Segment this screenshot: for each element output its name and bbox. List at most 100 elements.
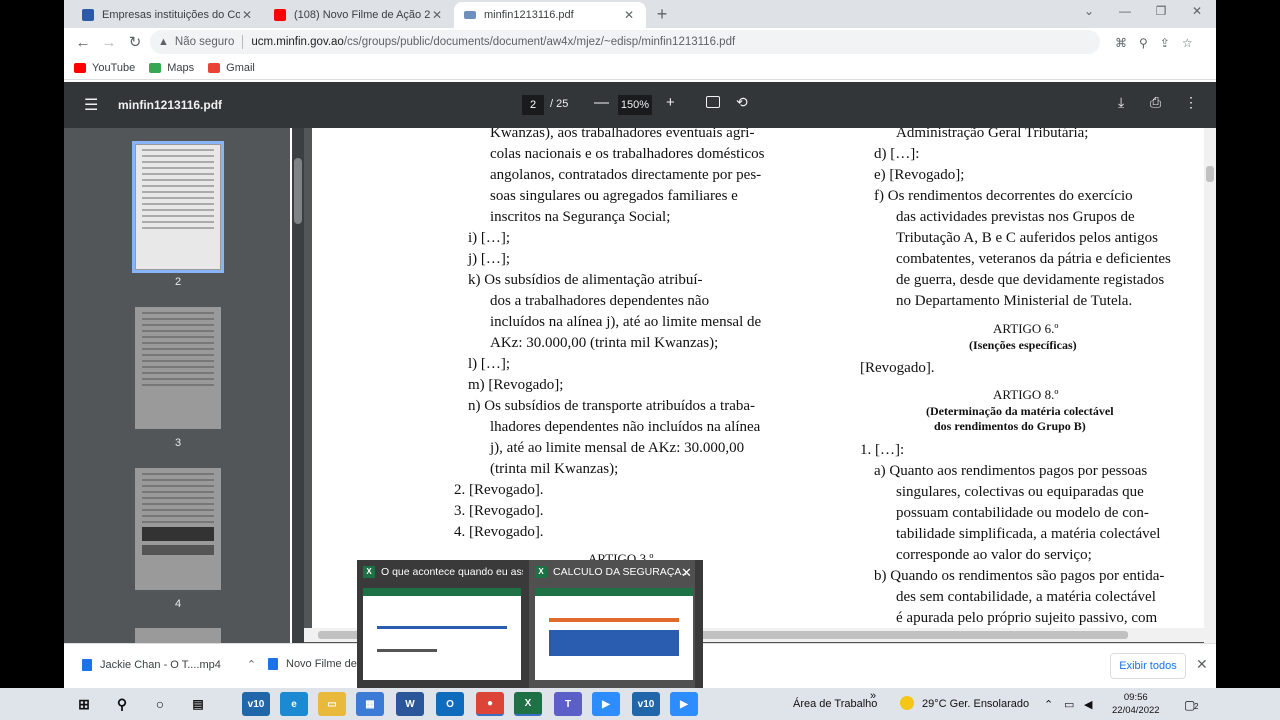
download-item[interactable]: Jackie Chan - O T....mp4 ⌃ [82, 658, 256, 671]
close-window-icon[interactable]: ✕ [1182, 4, 1212, 18]
preview-window-1[interactable]: X O que acontece quando eu ass... [357, 560, 523, 688]
zoom-icon[interactable]: ⚲ [1139, 36, 1148, 50]
omnibox-actions: ⌘ ⚲ ⇪ ☆ [1115, 36, 1193, 50]
tray-chevron-up-icon[interactable]: ⌃ [1044, 698, 1053, 711]
thumbnail-page-4[interactable] [135, 468, 221, 590]
text-line: n) Os subsídios de transporte atribuídos… [468, 398, 756, 414]
video-file-icon [268, 658, 278, 670]
close-download-bar-icon[interactable]: ✕ [1196, 656, 1208, 673]
security-label[interactable]: Não seguro [175, 36, 234, 48]
gmail-icon [208, 62, 221, 73]
thumbnail-page-3[interactable] [135, 307, 221, 429]
system-clock[interactable]: 09:56 22/04/2022 [1112, 691, 1160, 717]
preview-close-icon[interactable]: ✕ [681, 565, 692, 581]
thumbnail-page-2[interactable] [132, 141, 224, 273]
new-tab-button[interactable]: + [652, 4, 672, 25]
store-icon[interactable]: ▦ [356, 692, 384, 716]
weather-text[interactable]: 29°C Ger. Ensolarado [922, 698, 1029, 710]
tab-strip: Empresas instituições do Contrib ✕ (108)… [64, 0, 1216, 28]
windows-start-icon[interactable]: ⊞ [70, 692, 98, 716]
text-line: Tributação A, B e C auferidos pelos anti… [896, 230, 1158, 246]
tab-pdf[interactable]: minfin1213116.pdf ✕ [454, 2, 646, 28]
minimize-icon[interactable]: — [1110, 4, 1140, 18]
fit-page-icon[interactable] [706, 96, 720, 108]
tab-search-icon[interactable]: ⌄ [1074, 4, 1104, 18]
close-tab-icon[interactable]: ✕ [240, 8, 254, 22]
bookmark-label: Maps [167, 61, 195, 74]
bookmark-star-icon[interactable]: ☆ [1182, 36, 1193, 50]
cortana-icon[interactable]: ○ [146, 692, 174, 716]
restore-icon[interactable]: ❐ [1146, 4, 1176, 18]
zoom-input[interactable]: 150% [618, 95, 652, 115]
v10-app-icon[interactable]: v10 [242, 692, 270, 716]
text-line: e) [Revogado]; [874, 167, 965, 183]
preview-title: CALCULO DA SEGURAÇA... [553, 566, 691, 578]
pdf-vertical-scrollbar[interactable] [1204, 128, 1216, 643]
zoom-app-icon[interactable]: ▶ [592, 692, 620, 716]
download-icon[interactable]: ⤓ [1118, 94, 1124, 111]
hamburger-menu-icon[interactable]: ☰ [84, 95, 98, 115]
volume-icon[interactable]: ◀ [1084, 698, 1092, 711]
network-icon[interactable]: ▭ [1064, 698, 1074, 711]
close-tab-icon[interactable]: ✕ [622, 8, 636, 22]
search-icon[interactable]: ⚲ [108, 692, 136, 716]
address-bar[interactable]: ▲ Não seguro ucm.minfin.gov.ao/cs/groups… [150, 30, 1193, 54]
show-all-downloads-button[interactable]: Exibir todos [1110, 653, 1186, 679]
divider [242, 35, 244, 49]
article-subheading: (Isenções específicas) [969, 338, 1077, 352]
forward-icon[interactable]: → [96, 34, 122, 51]
desktop-toolbar-label[interactable]: Área de Trabalho [793, 698, 877, 710]
text-line: angolanos, contratados directamente por … [490, 167, 762, 183]
bookmarks-bar: YouTube Maps Gmail [64, 56, 1216, 80]
text-line: inscritos na Segurança Social; [490, 209, 671, 225]
zoom-meeting-icon[interactable]: ▶ [670, 692, 698, 716]
text-line: AKz: 30.000,00 (trinta mil Kwanzas); [490, 335, 719, 351]
youtube-icon [274, 9, 286, 21]
zoom-in-icon[interactable]: + [666, 94, 675, 111]
tab-empresas[interactable]: Empresas instituições do Contrib ✕ [72, 2, 264, 28]
word-icon[interactable]: W [396, 692, 424, 716]
text-line: tabilidade simplificada, a matéria colec… [896, 526, 1161, 542]
text-line: singulares, colectivas ou equiparadas qu… [896, 484, 1144, 500]
text-line: soas singulares ou agregados familiares … [490, 188, 738, 204]
zoom-out-icon[interactable]: — [594, 94, 609, 111]
text-line: k) Os subsídios de alimentação atribuí- [468, 272, 703, 288]
print-icon[interactable]: ⎙ [1150, 94, 1161, 111]
text-line: 3. [Revogado]. [454, 503, 544, 519]
file-explorer-icon[interactable]: ▭ [318, 692, 346, 716]
chrome-icon[interactable]: ● [476, 692, 504, 716]
text-line: l) […]; [468, 356, 511, 372]
chevron-right-icon[interactable]: » [870, 690, 876, 702]
text-line: j) […]; [468, 251, 511, 267]
excel-icon: X [363, 566, 375, 578]
bookmark-youtube[interactable]: YouTube [74, 62, 135, 74]
bookmark-maps[interactable]: Maps [149, 62, 194, 74]
outlook-icon[interactable]: O [436, 692, 464, 716]
translate-icon[interactable]: ⌘ [1115, 36, 1127, 50]
back-icon[interactable]: ← [70, 34, 96, 51]
tab-youtube[interactable]: (108) Novo Filme de Ação 2022 ✕ [264, 2, 454, 28]
edge-icon[interactable]: e [280, 692, 308, 716]
rotate-icon[interactable]: ⟲ [736, 94, 748, 111]
chevron-up-icon[interactable]: ⌃ [247, 658, 256, 671]
text-line: dos a trabalhadores dependentes não [490, 293, 710, 309]
reload-icon[interactable]: ↻ [122, 33, 148, 51]
clock-date: 22/04/2022 [1112, 705, 1160, 716]
text-line: m) [Revogado]; [468, 377, 564, 393]
task-view-icon[interactable]: ▤ [184, 692, 212, 716]
preview-window-2[interactable]: X CALCULO DA SEGURAÇA... [529, 560, 695, 688]
clock-time: 09:56 [1123, 692, 1148, 703]
page-number-input[interactable]: 2 [522, 95, 544, 115]
close-tab-icon[interactable]: ✕ [430, 8, 444, 22]
pdf-more-icon[interactable]: ⋮ [1184, 94, 1198, 111]
excel-icon[interactable]: X [514, 692, 542, 716]
v10-app-icon-2[interactable]: v10 [632, 692, 660, 716]
bookmark-gmail[interactable]: Gmail [208, 62, 255, 74]
teams-icon[interactable]: T [554, 692, 582, 716]
tab-title: Empresas instituições do Contrib [102, 9, 240, 21]
thumbnail-scrollbar[interactable] [292, 128, 304, 643]
thumbnail-page-5[interactable] [135, 628, 221, 643]
notification-count: 2 [1194, 702, 1199, 711]
share-icon[interactable]: ⇪ [1160, 36, 1170, 50]
download-item[interactable]: Novo Filme de [268, 658, 357, 670]
